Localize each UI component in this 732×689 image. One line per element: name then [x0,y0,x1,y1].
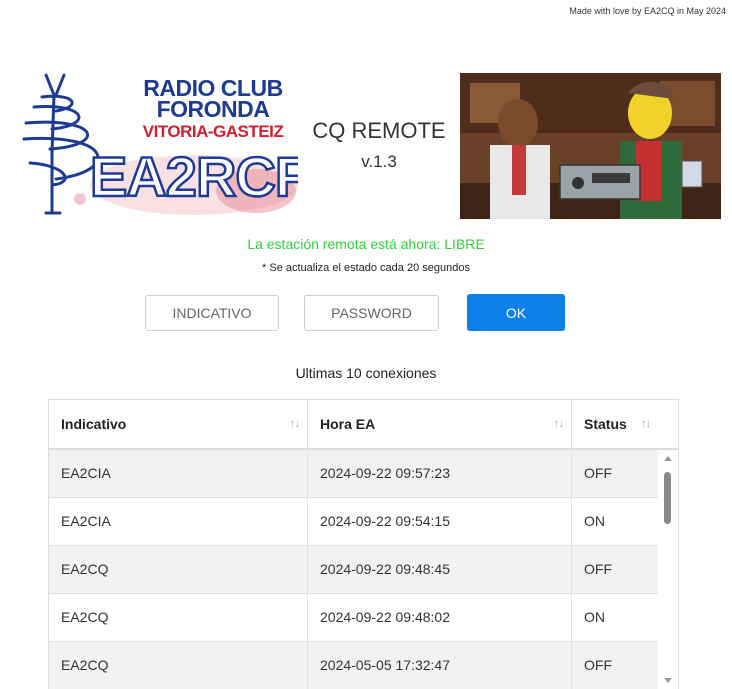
password-input[interactable] [304,295,439,331]
column-header-indicativo[interactable]: Indicativo ↑↓ [49,400,308,448]
sort-arrows-icon[interactable]: ↑↓ [641,400,651,448]
cell-callsign: EA2CIA [49,450,308,497]
logo-line-city: VITORIA-GASTEIZ [142,122,284,141]
callsign-input[interactable] [145,295,279,331]
app-version: v.1.3 [361,152,397,171]
column-header-label: Status [584,416,627,432]
club-logo: RADIO CLUB FORONDA VITORIA-GASTEIZ EA2RC… [16,73,298,218]
table-row: EA2CQ 2024-09-22 09:48:45 OFF [49,546,658,594]
sort-arrows-icon[interactable]: ↑↓ [290,400,300,448]
cartoon-radio-scene-icon [460,73,721,219]
cell-status: OFF [584,561,612,577]
connections-table: Indicativo ↑↓ Hora EA ↑↓ Status ↑↓ EA2CI… [48,399,679,689]
table-scrollbar[interactable] [658,450,678,689]
table-row: EA2CQ 2024-05-05 17:32:47 OFF [49,642,658,689]
cell-time: 2024-09-22 09:48:02 [308,594,572,641]
ok-button[interactable]: OK [467,294,565,331]
table-row: EA2CQ 2024-09-22 09:48:02 ON [49,594,658,642]
cell-status: OFF [584,657,612,673]
cell-status: ON [584,513,605,529]
scrollbar-thumb[interactable] [664,472,671,524]
connections-title: Ultimas 10 conexiones [295,365,437,381]
credit-text: Made with love by EA2CQ in May 2024 [569,6,726,16]
table-row: EA2CIA 2024-09-22 09:54:15 ON [49,498,658,546]
cell-time: 2024-09-22 09:48:45 [308,546,572,593]
cell-callsign: EA2CQ [49,642,308,689]
cell-callsign: EA2CIA [49,498,308,545]
scroll-up-arrow-icon[interactable] [664,456,672,461]
column-header-status[interactable]: Status ↑↓ [572,400,658,448]
cell-time: 2024-09-22 09:57:23 [308,450,572,497]
scroll-down-arrow-icon[interactable] [664,678,672,683]
cell-callsign: EA2CQ [49,594,308,641]
cell-status: OFF [584,465,612,481]
logo-callsign: EA2RCF [89,144,298,210]
cell-time: 2024-09-22 09:54:15 [308,498,572,545]
app-title: CQ REMOTE [312,118,446,143]
logo-line-foronda: FORONDA [156,96,270,122]
column-header-label: Hora EA [320,416,376,432]
sort-arrows-icon[interactable]: ↑↓ [554,400,564,448]
cell-status: ON [584,609,605,625]
column-header-hora[interactable]: Hora EA ↑↓ [308,400,572,448]
table-header: Indicativo ↑↓ Hora EA ↑↓ Status ↑↓ [49,400,678,450]
column-header-label: Indicativo [61,416,127,432]
table-row: EA2CIA 2024-09-22 09:57:23 OFF [49,450,658,498]
refresh-note: * Se actualiza el estado cada 20 segundo… [262,262,470,274]
station-status: La estación remota está ahora: LIBRE [247,236,485,252]
table-body: EA2CIA 2024-09-22 09:57:23 OFF EA2CIA 20… [49,450,658,689]
cartoon-image [460,73,721,219]
cell-callsign: EA2CQ [49,546,308,593]
cell-time: 2024-05-05 17:32:47 [308,642,572,689]
app-title-block: CQ REMOTE v.1.3 [298,118,460,172]
